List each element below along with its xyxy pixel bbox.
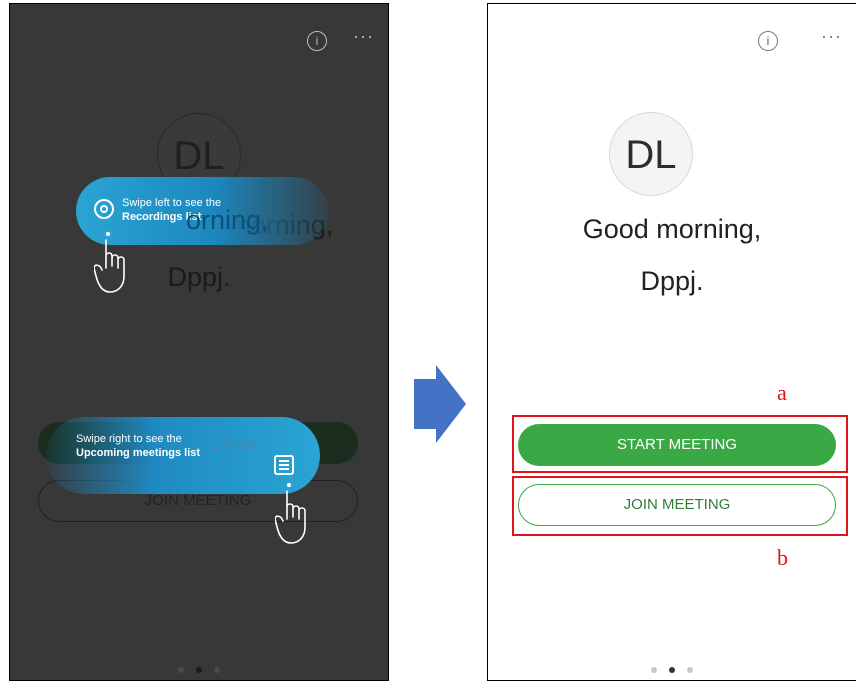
highlight-box-a: [512, 415, 848, 473]
page-dot: [650, 666, 657, 673]
page-dot: [687, 666, 694, 673]
page-dot-active: [669, 666, 675, 673]
more-icon[interactable]: ···: [353, 26, 374, 47]
hint-upcoming-line1: Swipe right to see the: [76, 433, 182, 445]
label-b: b: [777, 545, 788, 570]
more-icon[interactable]: ···: [821, 26, 842, 47]
page-dot: [177, 666, 184, 673]
swipe-hand-icon: [275, 481, 306, 544]
hint-upcoming-line2: Upcoming meetings list: [76, 447, 201, 459]
calendar-icon: [274, 455, 294, 475]
faded-start-label: ETING: [210, 436, 256, 453]
highlight-box-b: [512, 476, 848, 536]
tutorial-screen: i ··· DL Good morning, Dppj. START MEETI…: [9, 3, 389, 681]
record-icon: [94, 199, 114, 219]
arrow-right-icon: [414, 365, 466, 443]
swipe-hand-icon: [94, 230, 125, 293]
page-indicator: [488, 661, 856, 679]
page-dot: [214, 666, 221, 673]
page-dot-active: [196, 666, 202, 673]
faded-greeting: orning,: [186, 205, 269, 235]
home-screen: i ··· DL Good morning, Dppj. START MEETI…: [487, 3, 856, 681]
greeting-line2: Dppj.: [640, 266, 704, 296]
greeting-line1: Good morning,: [582, 214, 762, 244]
info-icon[interactable]: i: [307, 31, 327, 51]
label-a: a: [777, 380, 787, 405]
greeting-line2: Dppj.: [167, 262, 231, 292]
info-icon[interactable]: i: [758, 31, 778, 51]
page-indicator: [10, 661, 388, 679]
avatar: DL: [609, 112, 693, 196]
